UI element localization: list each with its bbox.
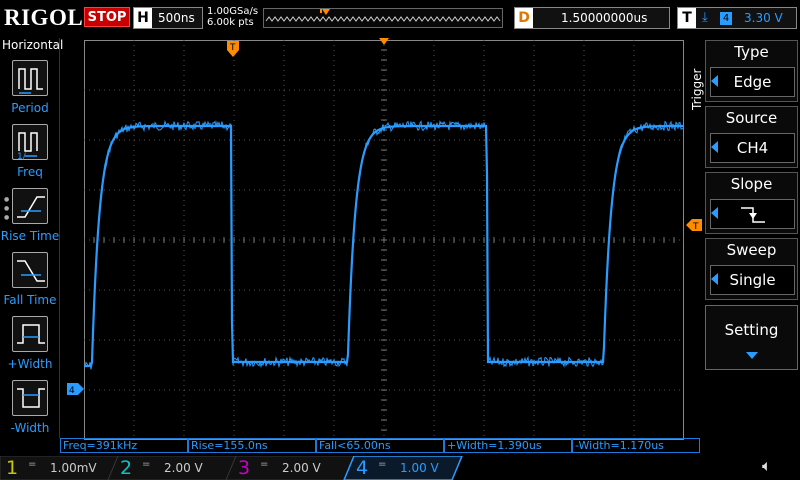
delay-box[interactable]: D 1.50000000us: [514, 7, 670, 29]
softkey-title: Sweep: [726, 241, 777, 259]
softkey-title: Setting: [724, 321, 779, 339]
svg-text:T: T: [229, 43, 236, 53]
falling-edge-icon: ⤓: [702, 10, 708, 25]
timebase-label: H: [134, 8, 152, 28]
memory-trigger-marker: [322, 9, 330, 15]
measure-freq[interactable]: 1/ Freq: [0, 124, 60, 188]
channel-2-tab[interactable]: 2 = 2.00 V: [114, 456, 224, 480]
chevron-down-icon: [746, 352, 758, 359]
measure-label: Rise Time: [0, 229, 60, 243]
svg-text:4: 4: [69, 386, 75, 395]
graticule: [84, 40, 684, 440]
memory-overview-waveform: [265, 9, 501, 22]
trigger-type-softkey[interactable]: Type Edge: [705, 40, 798, 102]
left-arrow-icon: [711, 75, 718, 87]
neg-width-icon: [12, 380, 48, 416]
measurement-pos-width[interactable]: +Width=1.390us: [444, 438, 572, 453]
brand-logo: RIGOL: [4, 5, 84, 30]
trigger-source-softkey[interactable]: Source CH4: [705, 106, 798, 168]
measurement-rise[interactable]: Rise=155.0ns: [188, 438, 316, 453]
channel-3-tab[interactable]: 3 = 2.00 V: [232, 456, 342, 480]
dc-coupling-icon: =: [260, 459, 269, 470]
measure-label: Fall Time: [3, 293, 57, 307]
measurement-neg-width[interactable]: -Width=1.170us: [572, 438, 700, 453]
measure-label: +Width: [7, 357, 53, 371]
measurement-fall[interactable]: Fall<65.00ns: [316, 438, 444, 453]
channel-number: 3: [238, 457, 251, 479]
trigger-box[interactable]: T ⤓ 4 3.30 V: [677, 7, 797, 29]
channel-scale: 1.00 V: [400, 461, 439, 475]
measure-label: -Width: [10, 421, 50, 435]
horizontal-center-marker: [379, 38, 389, 45]
channel-4-tab[interactable]: 4 = 1.00 V: [350, 456, 460, 480]
rise-time-icon: [12, 188, 48, 224]
memory-depth: 6.00k pts: [207, 17, 254, 28]
softkey-value: CH4: [710, 133, 795, 163]
channel-scale: 1.00mV: [50, 461, 97, 475]
measurement-results: Freq=391kHz Rise=155.0ns Fall<65.00ns +W…: [60, 438, 700, 454]
measure-rise-time[interactable]: Rise Time: [0, 188, 60, 252]
softkey-title: Slope: [730, 175, 773, 193]
ch4-ground-marker[interactable]: 4: [67, 383, 84, 395]
trigger-sweep-softkey[interactable]: Sweep Single: [705, 238, 798, 300]
run-state-badge[interactable]: STOP: [84, 7, 130, 27]
trigger-slope-softkey[interactable]: Slope: [705, 172, 798, 234]
svg-text:T: T: [692, 222, 699, 231]
pos-width-icon: [12, 316, 48, 352]
channel-number: 2: [120, 457, 133, 479]
left-arrow-icon: [711, 273, 718, 285]
period-icon: [12, 60, 48, 96]
dc-coupling-icon: =: [28, 459, 37, 470]
trigger-setting-softkey[interactable]: Setting: [705, 305, 798, 370]
memory-overview[interactable]: [263, 8, 503, 28]
softkey-title: Source: [725, 109, 778, 127]
trigger-menu-title: Trigger: [688, 60, 704, 110]
menu-title: Horizontal: [2, 38, 64, 52]
measure-fall-time[interactable]: Fall Time: [0, 252, 60, 316]
measure-label: Freq: [17, 165, 43, 179]
softkey-title: Type: [734, 43, 769, 61]
horizontal-measure-menu: Horizontal Period 1/ Freq ● ● ● Rise Time …: [0, 38, 64, 438]
timebase-value: 500ns: [158, 11, 195, 25]
measure-period[interactable]: Period: [0, 60, 60, 124]
channel-scale: 2.00 V: [282, 461, 321, 475]
channel-number: 4: [356, 457, 369, 479]
sample-rate: 1.00GSa/s: [207, 6, 259, 17]
softkey-value: Single: [710, 265, 795, 295]
trigger-channel: 4: [720, 12, 732, 25]
channel-bar: 1 = 1.00mV 2 = 2.00 V 3 = 2.00 V 4 = 1.0…: [0, 456, 800, 480]
trigger-label: T: [678, 8, 696, 28]
trigger-position-marker[interactable]: T: [226, 40, 240, 58]
softkey-value: Edge: [710, 67, 795, 97]
measure-pos-width[interactable]: +Width: [0, 316, 60, 380]
timebase-box[interactable]: H 500ns: [133, 7, 203, 29]
left-arrow-icon: [711, 141, 718, 153]
acquisition-info: 1.00GSa/s 6.00k pts: [207, 6, 258, 28]
speaker-icon[interactable]: 🔈︎: [762, 456, 772, 476]
waveform-display[interactable]: [84, 40, 684, 440]
trigger-level: 3.30 V: [744, 11, 783, 25]
channel-number: 1: [6, 457, 19, 479]
trigger-menu-label: Trigger: [690, 68, 704, 110]
freq-icon: 1/: [12, 124, 48, 162]
delay-value: 1.50000000us: [561, 11, 648, 25]
left-arrow-icon: [711, 207, 718, 219]
delay-label: D: [515, 8, 533, 28]
dc-coupling-icon: =: [378, 459, 387, 470]
top-status-bar: RIGOL STOP H 500ns 1.00GSa/s 6.00k pts D…: [0, 0, 800, 36]
measurement-freq[interactable]: Freq=391kHz: [60, 438, 188, 453]
channel-scale: 2.00 V: [164, 461, 203, 475]
measure-label: Period: [11, 101, 49, 115]
measure-neg-width[interactable]: -Width: [0, 380, 60, 444]
dc-coupling-icon: =: [142, 459, 151, 470]
channel-1-tab[interactable]: 1 = 1.00mV: [0, 456, 110, 480]
falling-edge-icon: [710, 199, 795, 229]
trigger-level-marker[interactable]: T: [686, 219, 702, 231]
fall-time-icon: [12, 252, 48, 288]
